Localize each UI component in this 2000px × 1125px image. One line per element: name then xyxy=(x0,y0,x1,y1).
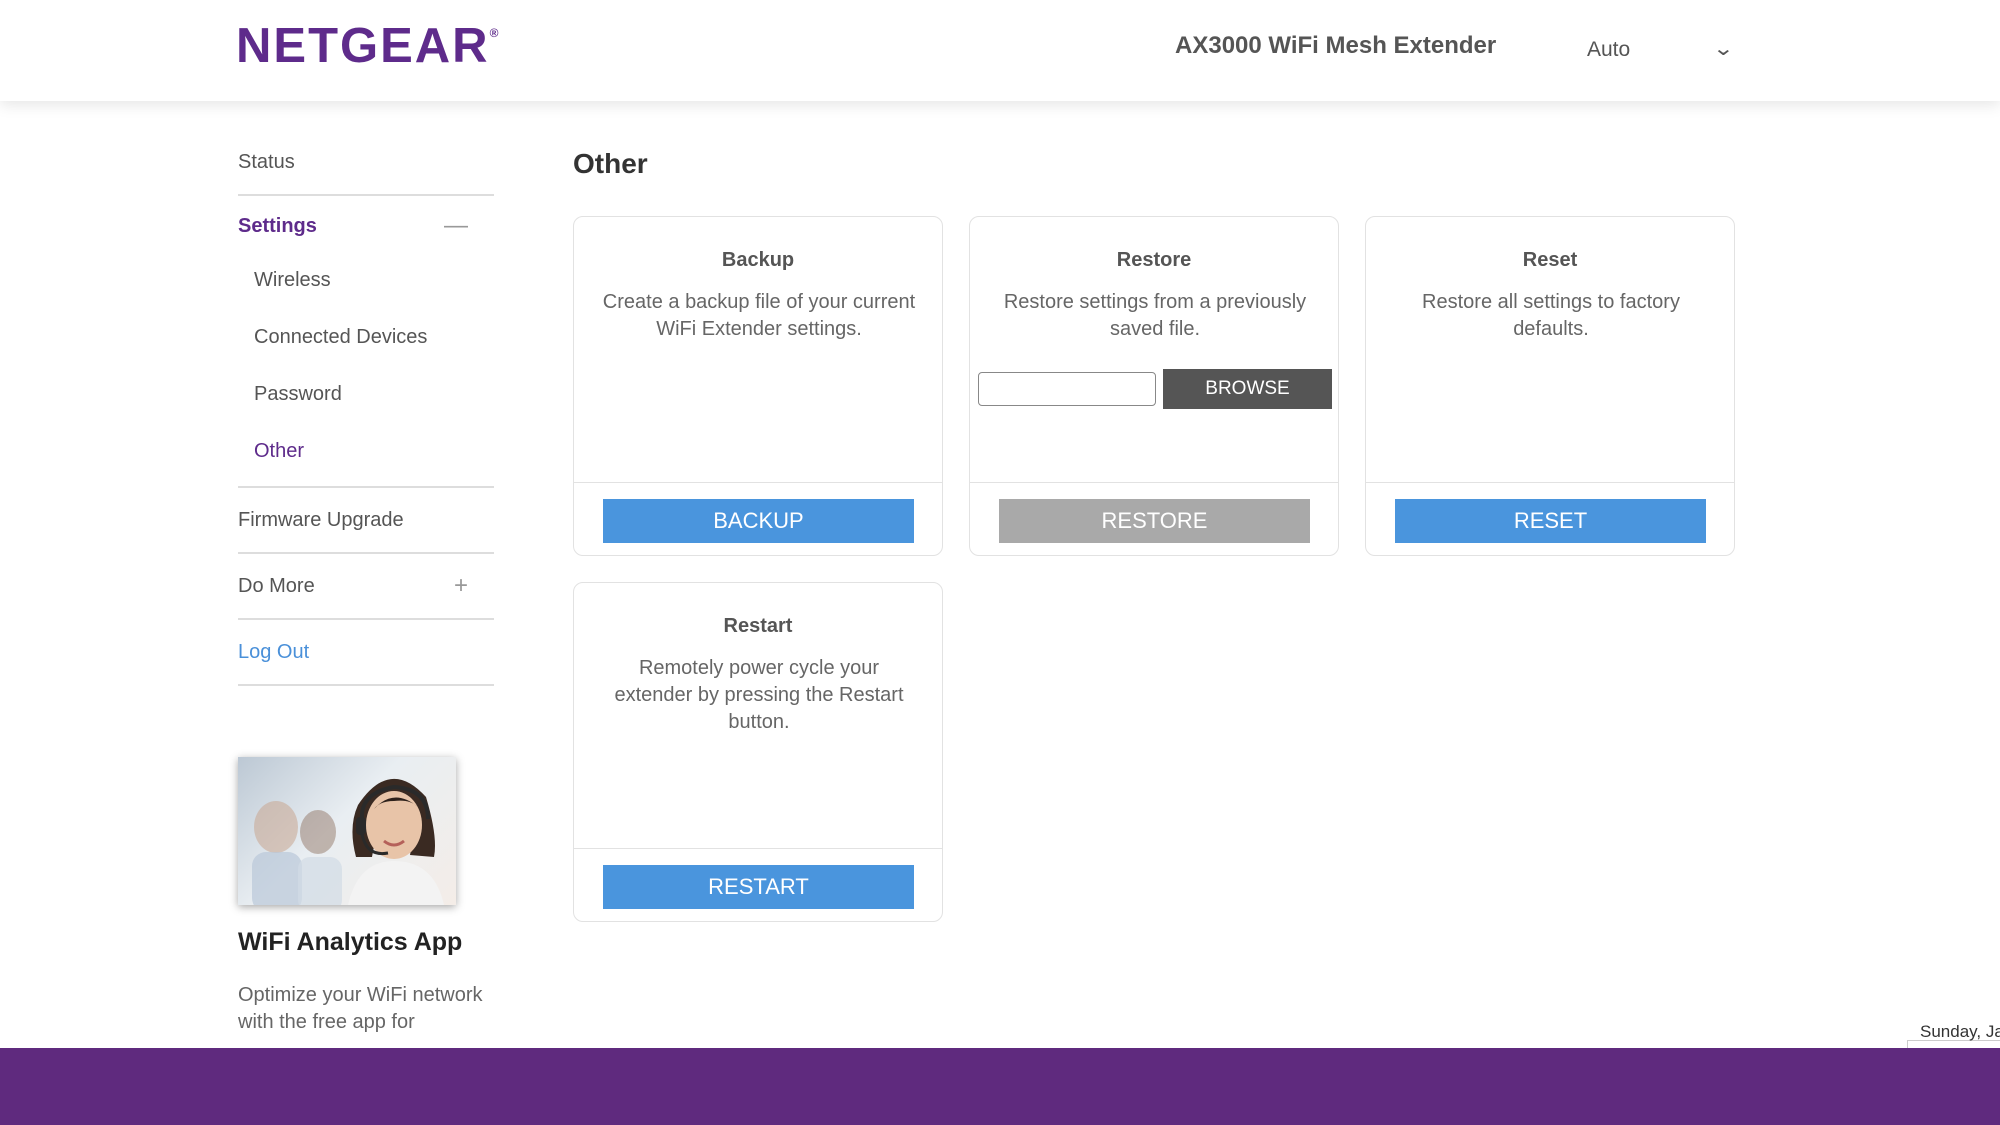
collapse-icon[interactable]: — xyxy=(444,200,468,252)
expand-icon[interactable]: + xyxy=(454,554,468,618)
support-agent-illustration xyxy=(252,778,444,905)
card-title: Reset xyxy=(1522,249,1578,271)
card-description: Restore settings from a previously saved… xyxy=(1003,291,1307,340)
browse-button[interactable]: BROWSE xyxy=(1163,369,1332,409)
sidebar-item-label: Connected Devices xyxy=(254,326,428,348)
sidebar-nav: Status Settings — Wireless Connected Dev… xyxy=(238,130,494,686)
language-selected-value: Auto xyxy=(1587,38,1631,61)
card-title: Restart xyxy=(723,615,793,637)
netgear-logo[interactable]: NETGEAR® xyxy=(236,18,498,74)
settings-group: Settings — Wireless Connected Devices Pa… xyxy=(238,200,494,488)
card-description: Remotely power cycle your extender by pr… xyxy=(614,657,904,733)
card-divider xyxy=(970,482,1338,483)
card-divider xyxy=(574,848,942,849)
restore-card: Restore Restore settings from a previous… xyxy=(969,216,1339,556)
card-description: Create a backup file of your current WiF… xyxy=(602,291,916,340)
sidebar-item-label: Wireless xyxy=(254,269,331,291)
sidebar-item-connected-devices[interactable]: Connected Devices xyxy=(238,309,494,366)
sidebar-item-label: Status xyxy=(238,151,295,173)
sidebar-item-status[interactable]: Status xyxy=(238,130,494,196)
brand-name: NETGEAR xyxy=(236,19,490,73)
sidebar-item-label: Log Out xyxy=(238,641,310,663)
chevron-down-icon: ⌄ xyxy=(1712,38,1735,60)
sidebar-item-label: Password xyxy=(254,383,342,405)
footer-bar xyxy=(0,1048,2000,1125)
date-tooltip: Sunday, Ja xyxy=(1920,1022,2000,1041)
reset-card: Reset Restore all settings to factory de… xyxy=(1365,216,1735,556)
sidebar-item-other[interactable]: Other xyxy=(238,423,494,480)
page-title: Other xyxy=(573,148,648,179)
restore-file-input[interactable] xyxy=(978,372,1156,406)
top-header: NETGEAR® AX3000 WiFi Mesh Extender Auto … xyxy=(0,0,2000,101)
sidebar-item-label: Do More xyxy=(238,575,315,597)
sidebar-item-label: Other xyxy=(254,440,305,462)
sidebar-item-log-out[interactable]: Log Out xyxy=(238,620,494,686)
card-divider xyxy=(574,482,942,483)
sidebar-item-do-more[interactable]: Do More + xyxy=(238,554,494,620)
sidebar-item-password[interactable]: Password xyxy=(238,366,494,423)
backup-card: Backup Create a backup file of your curr… xyxy=(573,216,943,556)
restart-card: Restart Remotely power cycle your extend… xyxy=(573,582,943,922)
backup-button[interactable]: BACKUP xyxy=(603,499,914,543)
promo-text: Optimize your WiFi network with the free… xyxy=(238,984,483,1033)
language-select[interactable]: Auto ⌄ xyxy=(1575,30,1735,70)
device-title: AX3000 WiFi Mesh Extender xyxy=(1175,32,1497,59)
card-title: Restore xyxy=(1116,249,1192,271)
sidebar-item-label: Firmware Upgrade xyxy=(238,509,404,531)
card-divider xyxy=(1366,482,1734,483)
sidebar-item-label: Settings xyxy=(238,215,317,237)
card-description: Restore all settings to factory defaults… xyxy=(1422,291,1680,340)
sidebar-item-settings[interactable]: Settings — xyxy=(238,200,494,252)
support-agent-image[interactable] xyxy=(238,757,456,905)
restore-button[interactable]: RESTORE xyxy=(999,499,1310,543)
promo-title[interactable]: WiFi Analytics App xyxy=(238,928,462,957)
reset-button[interactable]: RESET xyxy=(1395,499,1706,543)
registered-mark: ® xyxy=(489,26,499,40)
card-title: Backup xyxy=(721,249,795,271)
sidebar-item-wireless[interactable]: Wireless xyxy=(238,252,494,309)
restart-button[interactable]: RESTART xyxy=(603,865,914,909)
sidebar-item-firmware-upgrade[interactable]: Firmware Upgrade xyxy=(238,488,494,554)
